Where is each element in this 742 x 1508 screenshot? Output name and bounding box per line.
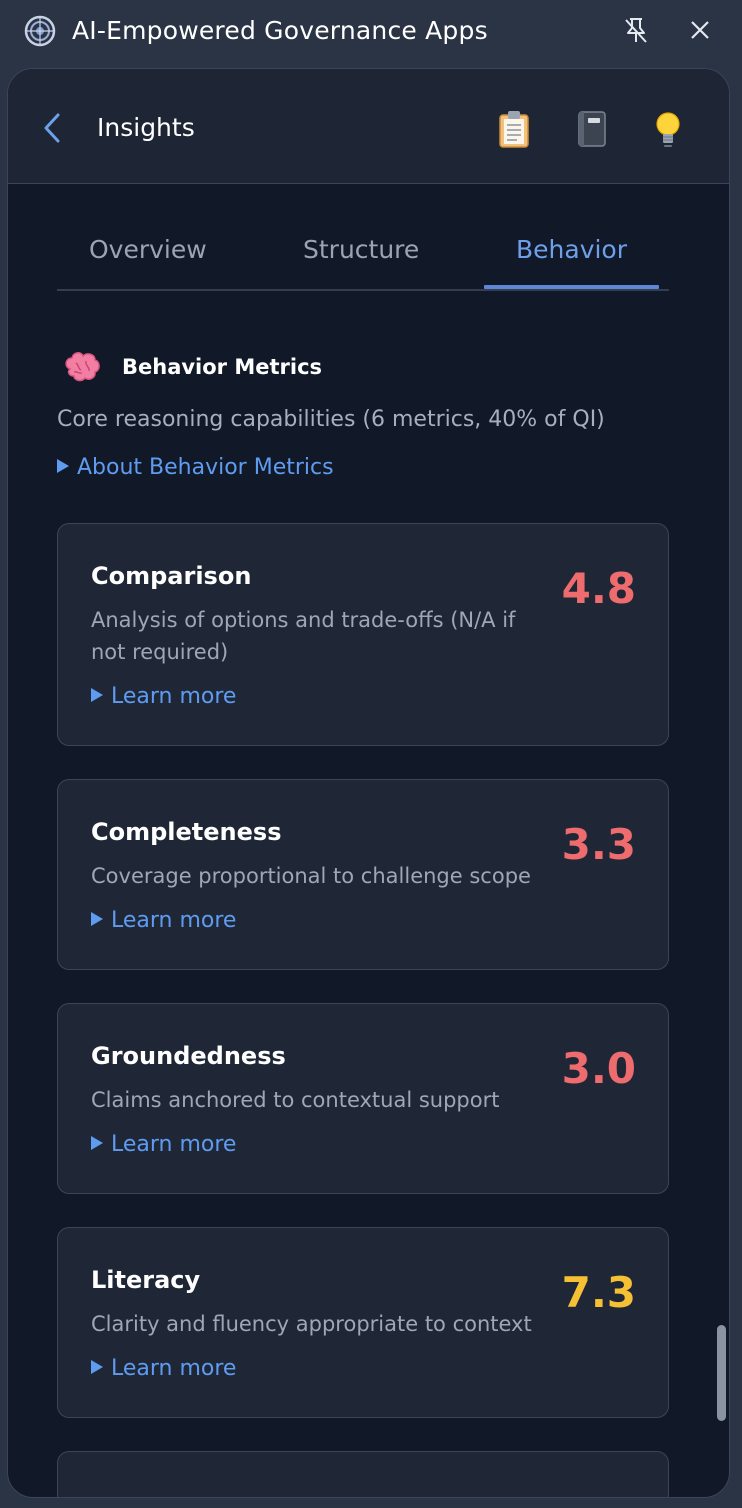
learn-more-label: Learn more <box>111 684 237 709</box>
metric-description: Clarity and fluency appropriate to conte… <box>91 1312 532 1336</box>
metric-name: Comparison <box>91 562 252 590</box>
metric-description: Claims anchored to contextual support <box>91 1088 500 1112</box>
notebook-icon[interactable] <box>573 109 609 149</box>
learn-more-link[interactable]: Learn more <box>91 1356 236 1381</box>
metric-score: 3.3 <box>561 820 636 869</box>
app-logo-icon <box>24 15 56 47</box>
metric-score: 4.8 <box>561 564 636 613</box>
section-subtitle: Core reasoning capabilities (6 metrics, … <box>57 407 605 432</box>
learn-more-label: Learn more <box>111 908 237 933</box>
metric-card-groundedness: Groundedness Claims anchored to contextu… <box>57 1003 669 1194</box>
panel-header: Insights <box>8 69 729 184</box>
metric-card-partial <box>57 1451 669 1497</box>
lightbulb-icon[interactable] <box>650 109 686 149</box>
metric-name: Groundedness <box>91 1042 286 1070</box>
disclosure-triangle-icon <box>57 459 69 473</box>
metric-score: 3.0 <box>561 1044 636 1093</box>
metric-card-literacy: Literacy Clarity and fluency appropriate… <box>57 1227 669 1418</box>
tab-structure[interactable]: Structure <box>303 235 419 264</box>
metric-card-comparison: Comparison Analysis of options and trade… <box>57 523 669 746</box>
scrollbar-thumb[interactable] <box>717 1325 726 1421</box>
disclosure-triangle-icon <box>91 1136 103 1150</box>
metric-description: Coverage proportional to challenge scope <box>91 864 531 888</box>
learn-more-label: Learn more <box>111 1132 237 1157</box>
tab-bar: Overview Structure Behavior <box>57 221 669 291</box>
active-tab-indicator <box>484 285 659 289</box>
insights-panel: Insights Overview Structure Behavior Beh <box>7 68 730 1498</box>
tab-behavior[interactable]: Behavior <box>516 235 627 264</box>
learn-more-link[interactable]: Learn more <box>91 1132 236 1157</box>
window-titlebar: AI-Empowered Governance Apps <box>0 0 742 66</box>
unpin-icon[interactable] <box>620 14 652 46</box>
disclosure-triangle-icon <box>91 1360 103 1374</box>
page-title: Insights <box>97 113 195 142</box>
section-title: Behavior Metrics <box>122 355 323 379</box>
learn-more-link[interactable]: Learn more <box>91 684 236 709</box>
learn-more-label: Learn more <box>111 1356 237 1381</box>
metric-name: Literacy <box>91 1266 201 1294</box>
learn-more-link[interactable]: Learn more <box>91 908 236 933</box>
clipboard-icon[interactable] <box>496 109 532 149</box>
tab-overview[interactable]: Overview <box>89 235 207 264</box>
disclosure-triangle-icon <box>91 688 103 702</box>
window-title: AI-Empowered Governance Apps <box>72 16 488 45</box>
back-chevron-icon[interactable] <box>40 111 64 145</box>
disclosure-triangle-icon <box>91 912 103 926</box>
brain-icon <box>65 352 100 382</box>
metric-card-completeness: Completeness Coverage proportional to ch… <box>57 779 669 970</box>
metric-score: 7.3 <box>561 1268 636 1317</box>
about-link-label: About Behavior Metrics <box>77 455 334 480</box>
close-icon[interactable] <box>686 16 714 44</box>
about-behavior-metrics-link[interactable]: About Behavior Metrics <box>57 455 334 480</box>
metric-name: Completeness <box>91 818 282 846</box>
metric-description: Analysis of options and trade-offs (N/A … <box>91 608 516 664</box>
